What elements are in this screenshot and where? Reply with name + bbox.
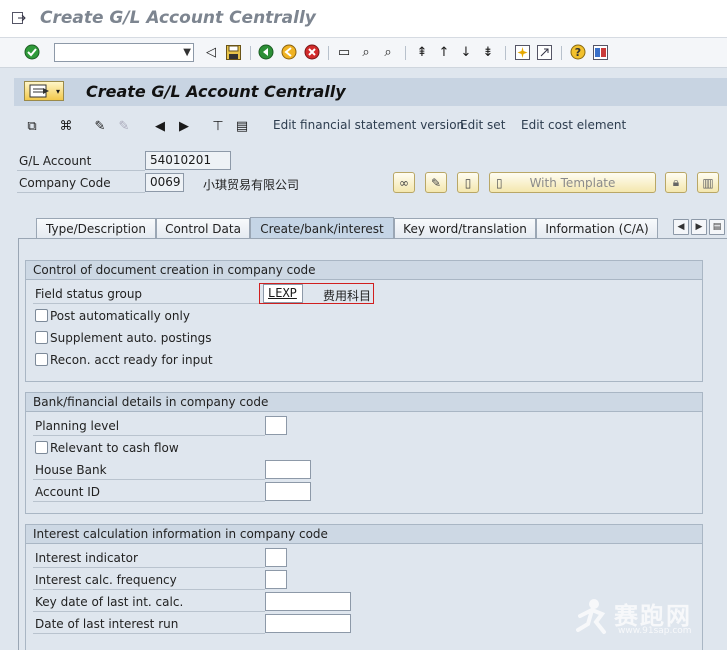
display-change-icon[interactable]: ✎ [92,118,108,134]
other-account-icon[interactable]: ⧉ [24,118,40,134]
enter-icon[interactable] [24,44,40,60]
edit-cost-element-link[interactable]: Edit cost element [521,118,626,132]
group-title: Control of document creation in company … [26,261,702,280]
edit-set-link[interactable]: Edit set [460,118,505,132]
chevron-down-icon[interactable]: ▼ [183,47,191,58]
next-page-icon[interactable]: ↓ [458,44,474,60]
interest-frequency-field[interactable] [265,570,287,589]
next-icon[interactable]: ▶ [176,118,192,134]
back-icon[interactable] [258,44,274,60]
lock-icon: 🔒︎ [672,175,680,189]
page-title: Create G/L Account Centrally [86,82,346,101]
watermark: 赛跑网 www.91sap.com [572,596,722,646]
house-bank-label: House Bank [35,463,107,477]
command-field[interactable]: ▼ [54,43,194,62]
trash-icon: ▥ [702,175,714,190]
recon-acct-label: Recon. acct ready for input [50,353,213,367]
field-status-group-field[interactable]: LEXP [263,284,303,303]
create-button[interactable]: ▯ [457,172,479,193]
find-icon[interactable]: ⌕ [358,44,374,60]
company-code-field[interactable]: 0069 [145,173,184,192]
watermark-url: www.91sap.com [618,626,692,636]
key-date-label: Key date of last int. calc. [35,595,184,609]
cash-flow-label: Relevant to cash flow [50,441,179,455]
previous-page-icon[interactable]: ↑ [436,44,452,60]
interest-indicator-label: Interest indicator [35,551,138,565]
edit-fs-version-link[interactable]: Edit financial statement version [273,118,464,132]
previous-icon[interactable]: ◀ [152,118,168,134]
field-status-group-label: Field status group [35,287,143,301]
save-icon[interactable] [225,44,241,60]
first-page-icon[interactable]: ⇞ [414,44,430,60]
cancel-icon[interactable] [304,44,320,60]
account-id-field[interactable] [265,482,311,501]
tab-information-ca[interactable]: Information (C/A) [536,218,658,239]
house-bank-field[interactable] [265,460,311,479]
last-run-label: Date of last interest run [35,617,179,631]
find-next-icon[interactable]: ⌕ [380,44,396,60]
last-page-icon[interactable]: ⇟ [480,44,496,60]
post-auto-label: Post automatically only [50,309,190,323]
delete-button[interactable]: ▥ [697,172,719,193]
pencil-icon: ✎ [430,175,442,190]
company-code-label: Company Code [19,176,111,190]
glasses-icon: ∞ [399,175,409,190]
help-icon[interactable]: ? [570,44,586,60]
application-toolbar: ⧉ ⌘ ✎ ✎ ◀ ▶ ⊤ ▤ Edit financial statement… [14,112,727,140]
svg-text:?: ? [575,46,581,59]
recon-acct-checkbox[interactable] [35,353,48,366]
tab-create-bank-interest[interactable]: Create/bank/interest [250,217,394,239]
supplement-auto-checkbox[interactable] [35,331,48,344]
system-toolbar: ▼ ◁ ▭ ⌕ ⌕ ⇞ ↑ ↓ ⇟ ? [0,38,727,68]
screen-header: ▾ Create G/L Account Centrally [14,78,727,106]
gl-account-label: G/L Account [19,154,92,168]
exit-icon[interactable] [281,44,297,60]
edit-button[interactable]: ✎ [425,172,447,193]
post-auto-checkbox[interactable] [35,309,48,322]
tab-type-description[interactable]: Type/Description [36,218,156,239]
cash-flow-checkbox[interactable] [35,441,48,454]
account-id-label: Account ID [35,485,101,499]
glasses-display-button[interactable]: ∞ [393,172,415,193]
with-template-button[interactable]: ▯ With Template [489,172,656,193]
tab-list-icon[interactable]: ▤ [709,219,725,235]
last-run-field[interactable] [265,614,351,633]
group-title: Interest calculation information in comp… [26,525,702,544]
menu-icon[interactable] [12,12,26,24]
planning-level-label: Planning level [35,419,120,433]
shortcut-icon[interactable] [536,44,552,60]
chevron-down-icon: ▾ [55,87,60,96]
create-icon[interactable]: ✎ [116,118,132,134]
new-session-icon[interactable] [514,44,530,60]
menu-button[interactable]: ▾ [24,81,64,101]
tab-scroll-right-icon[interactable]: ▶ [691,219,707,235]
customize-layout-icon[interactable] [592,44,608,60]
with-template-label: With Template [529,175,616,190]
document-icon[interactable]: ▤ [234,118,250,134]
tab-scroll-left-icon[interactable]: ◀ [673,219,689,235]
interest-indicator-field[interactable] [265,548,287,567]
template-document-icon: ▯ [496,175,503,190]
group-title: Bank/financial details in company code [26,393,702,412]
expand-arrow-icon[interactable]: ◁ [203,44,219,60]
gl-account-field[interactable]: 54010201 [145,151,231,170]
blank-document-icon: ▯ [464,175,472,190]
tab-control-data[interactable]: Control Data [156,218,250,239]
hierarchy-icon[interactable]: ⌘ [58,118,74,134]
window-title: Create G/L Account Centrally [40,8,316,28]
supplement-auto-label: Supplement auto. postings [50,331,212,345]
tab-key-word-translation[interactable]: Key word/translation [394,218,536,239]
planning-level-field[interactable] [265,416,287,435]
where-used-icon[interactable]: ⊤ [210,118,226,134]
interest-frequency-label: Interest calc. frequency [35,573,177,587]
lock-button[interactable]: 🔒︎ [665,172,687,193]
company-name: 小琪贸易有限公司 [203,178,300,192]
runner-logo-icon [576,599,606,634]
print-icon[interactable]: ▭ [336,44,352,60]
key-date-field[interactable] [265,592,351,611]
field-status-group-desc: 费用科目 [323,289,372,303]
title-bar: Create G/L Account Centrally [0,0,727,38]
